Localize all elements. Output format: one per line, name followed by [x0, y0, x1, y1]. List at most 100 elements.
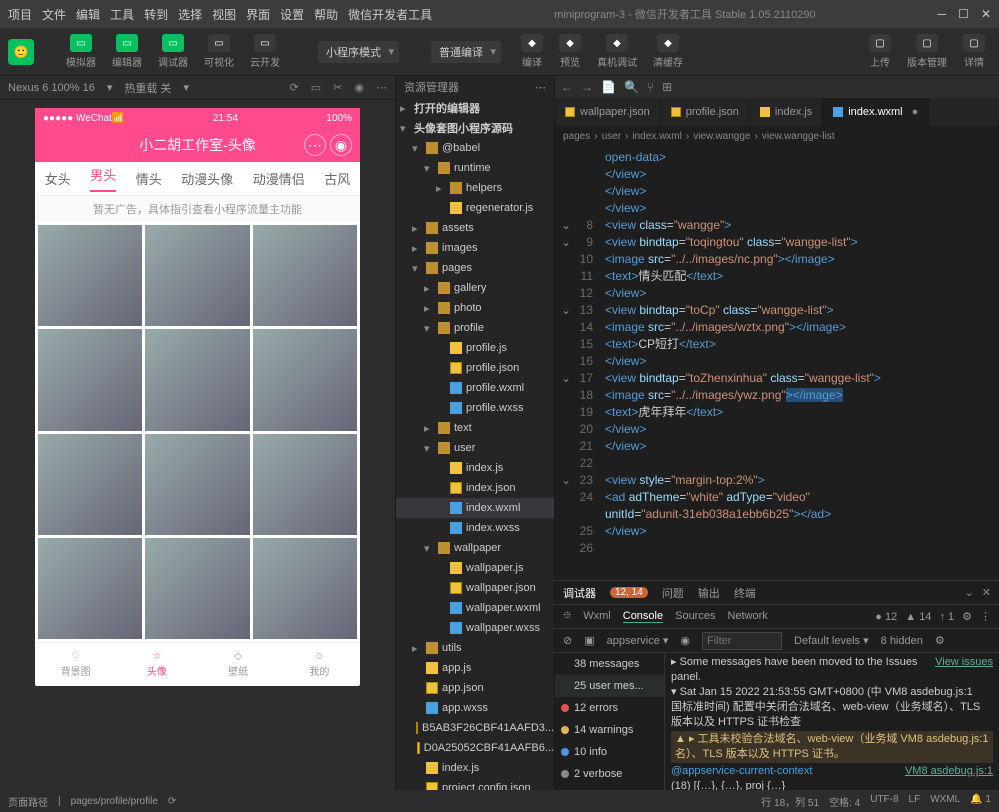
tree-gallery[interactable]: ▸gallery [396, 278, 554, 298]
toolbar-模拟器[interactable]: ▭模拟器 [60, 32, 102, 71]
paneltab-调试器[interactable]: 调试器 [563, 585, 596, 601]
bottomnav-我的[interactable]: ☺我的 [279, 643, 360, 686]
paneltab-终端[interactable]: 终端 [734, 585, 756, 601]
tree-D0A25052CBF41AAFB6...[interactable]: D0A25052CBF41AAFB6... [396, 738, 554, 758]
menu-item[interactable]: 工具 [110, 6, 134, 23]
minimize-icon[interactable]: ─ [938, 7, 947, 21]
summary-row[interactable]: 14 warnings [555, 719, 664, 741]
file-icon[interactable]: 📄 [601, 80, 616, 94]
top-context[interactable]: ▣ [584, 634, 594, 647]
paneltab-问题[interactable]: 问题 [662, 585, 684, 601]
avatar-cell[interactable] [38, 434, 142, 535]
tree-app.js[interactable]: app.js [396, 658, 554, 678]
avatar-cell[interactable] [38, 329, 142, 430]
eye-icon[interactable]: ◉ [680, 634, 690, 647]
code-editor[interactable]: open-data> </view> </view> </view>⌄8 <vi… [555, 146, 999, 580]
panel-more-icon[interactable]: ⋮ [980, 610, 991, 623]
tree-index.wxss[interactable]: index.wxss [396, 518, 554, 538]
branch-icon[interactable]: ⑂ [647, 80, 654, 94]
tree-runtime[interactable]: ▾runtime [396, 158, 554, 178]
consoletab-Wxml[interactable]: Wxml [583, 610, 611, 623]
avatar-cell[interactable] [145, 329, 249, 430]
footer-item[interactable]: UTF-8 [870, 794, 898, 809]
bottomnav-头像[interactable]: ☆头像 [116, 643, 197, 686]
tree-profile.wxml[interactable]: profile.wxml [396, 378, 554, 398]
right-上传[interactable]: ▢上传 [863, 32, 897, 71]
tree-user[interactable]: ▾user [396, 438, 554, 458]
bottomnav-壁纸[interactable]: ◇壁纸 [198, 643, 279, 686]
toolbar-可视化[interactable]: ▭可视化 [198, 32, 240, 71]
menu-item[interactable]: 选择 [178, 6, 202, 23]
toolbar-云开发[interactable]: ▭云开发 [244, 32, 286, 71]
summary-row[interactable]: 10 info [555, 741, 664, 763]
fwd-icon[interactable]: → [581, 80, 593, 94]
avatar-cell[interactable] [253, 538, 357, 639]
avatar-cell[interactable] [145, 538, 249, 639]
summary-row[interactable]: 2 verbose [555, 763, 664, 785]
tab-动漫头像[interactable]: 动漫头像 [181, 169, 233, 188]
tree-images[interactable]: ▸images [396, 238, 554, 258]
search-icon[interactable]: 🔍 [624, 80, 639, 94]
context-select[interactable]: appservice ▾ [607, 634, 669, 647]
edtab-wallpaper.json[interactable]: wallpaper.json [555, 98, 661, 126]
tree-utils[interactable]: ▸utils [396, 638, 554, 658]
more-icon[interactable]: ⋯ [376, 81, 387, 94]
section-打开的编辑器[interactable]: ▸打开的编辑器 [396, 98, 554, 118]
bottomnav-背景图[interactable]: ♡背景图 [35, 643, 116, 686]
footer-item[interactable]: LF [909, 794, 921, 809]
hidden-count[interactable]: 8 hidden [881, 635, 923, 647]
tree-wallpaper.wxss[interactable]: wallpaper.wxss [396, 618, 554, 638]
mode-select[interactable]: 小程序模式 [318, 41, 399, 63]
tree-profile.wxss[interactable]: profile.wxss [396, 398, 554, 418]
explorer-more-icon[interactable]: ⋯ [535, 81, 546, 94]
close-icon[interactable]: ✕ [981, 7, 991, 21]
avatar-cell[interactable] [38, 538, 142, 639]
menu-item[interactable]: 视图 [212, 6, 236, 23]
tree-index.wxml[interactable]: index.wxml [396, 498, 554, 518]
compile-select[interactable]: 普通编译 [431, 41, 501, 63]
collapse-icon[interactable]: ⌄ [965, 586, 974, 599]
avatar-cell[interactable] [253, 329, 357, 430]
clear-icon[interactable]: ⊘ [563, 634, 572, 647]
tree-index.js[interactable]: index.js [396, 458, 554, 478]
edtab-index.js[interactable]: index.js [750, 98, 823, 126]
settings-icon[interactable]: ⚙ [935, 634, 945, 647]
menu-item[interactable]: 文件 [42, 6, 66, 23]
tree-profile.json[interactable]: profile.json [396, 358, 554, 378]
summary-row[interactable]: 25 user mes... [555, 675, 664, 697]
levels-select[interactable]: Default levels ▾ [794, 634, 869, 647]
inspect-icon[interactable]: ⯐ [563, 607, 571, 626]
tab-情头[interactable]: 情头 [136, 169, 162, 188]
tree-app.json[interactable]: app.json [396, 678, 554, 698]
avatar-cell[interactable] [253, 225, 357, 326]
page-path-value[interactable]: pages/profile/profile [71, 796, 158, 807]
menu-item[interactable]: 转到 [144, 6, 168, 23]
tree-B5AB3F26CBF41AAFD3...[interactable]: B5AB3F26CBF41AAFD3... [396, 718, 554, 738]
tab-动漫情侣[interactable]: 动漫情侣 [253, 169, 305, 188]
cut-icon[interactable]: ✂ [333, 81, 342, 94]
toolbar-编辑器[interactable]: ▭编辑器 [106, 32, 148, 71]
edtab-index.wxml[interactable]: index.wxml● [823, 98, 929, 126]
action-编译[interactable]: ◆编译 [515, 32, 549, 71]
edtab-profile.json[interactable]: profile.json [661, 98, 750, 126]
menu-item[interactable]: 设置 [280, 6, 304, 23]
rotate-icon[interactable]: ⟳ [290, 81, 299, 94]
avatar-cell[interactable] [38, 225, 142, 326]
tree-project.config.json[interactable]: project.config.json [396, 778, 554, 790]
footer-item[interactable]: 🔔 1 [970, 794, 991, 809]
maximize-icon[interactable]: ☐ [958, 7, 969, 21]
action-预览[interactable]: ◆预览 [553, 32, 587, 71]
tree-wallpaper.wxml[interactable]: wallpaper.wxml [396, 598, 554, 618]
tab-男头[interactable]: 男头 [90, 165, 116, 192]
capsule-more-icon[interactable]: ⋯ [304, 134, 326, 156]
device-label[interactable]: Nexus 6 100% 16 [8, 82, 95, 94]
home-icon[interactable]: ◉ [354, 81, 364, 94]
tree-photo[interactable]: ▸photo [396, 298, 554, 318]
right-版本管理[interactable]: ▢版本管理 [901, 32, 953, 71]
toolbar-调试器[interactable]: ▭调试器 [152, 32, 194, 71]
action-真机调试[interactable]: ◆真机调试 [591, 32, 643, 71]
footer-item[interactable]: 空格: 4 [829, 794, 860, 809]
footer-item[interactable]: WXML [930, 794, 960, 809]
tree-profile[interactable]: ▾profile [396, 318, 554, 338]
tree-index.js[interactable]: index.js [396, 758, 554, 778]
